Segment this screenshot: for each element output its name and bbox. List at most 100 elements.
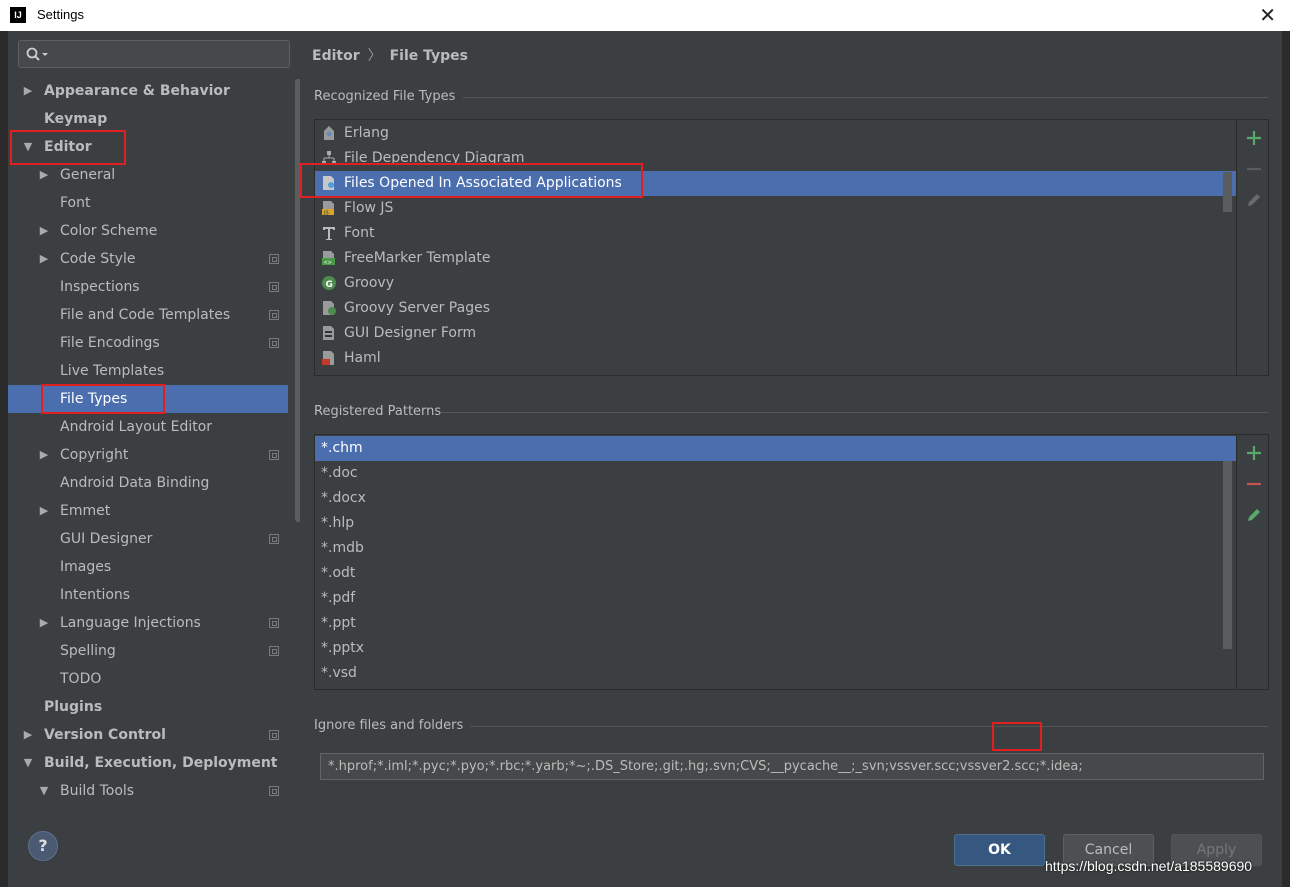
tree-item-intentions[interactable]: Intentions [8,581,288,609]
tree-item-code-style[interactable]: ▶ Code Style [8,245,288,273]
expand-arrow-icon[interactable]: ▶ [38,497,50,525]
ok-button[interactable]: OK [954,834,1045,866]
pattern-row[interactable]: *.odt [315,561,1236,586]
intellij-app-icon: IJ [10,7,26,23]
file-type-row[interactable]: Groovy Server Pages [315,296,1236,321]
tree-item-copyright[interactable]: ▶ Copyright [8,441,288,469]
tree-item-general[interactable]: ▶ General [8,161,288,189]
tree-item-inspections[interactable]: Inspections [8,273,288,301]
search-icon [26,47,48,61]
file-type-row[interactable]: File Dependency Diagram [315,146,1236,171]
tree-item-live-templates[interactable]: Live Templates [8,357,288,385]
tree-item-file-code-templates[interactable]: File and Code Templates [8,301,288,329]
collapse-arrow-icon[interactable]: ▼ [22,749,34,777]
tree-item-todo[interactable]: TODO [8,665,288,693]
background-editor-edge [1282,31,1290,887]
erlang-icon [324,126,334,140]
tree-item-color-scheme[interactable]: ▶ Color Scheme [8,217,288,245]
project-scope-icon [269,338,279,348]
project-scope-icon [269,450,279,460]
file-type-row[interactable]: GUI Designer Form [315,321,1236,346]
tree-item-version-control[interactable]: ▶ Version Control [8,721,288,749]
file-type-row[interactable]: G Groovy [315,271,1236,296]
tree-item-build-tools[interactable]: ▼ Build Tools [8,777,288,805]
tree-item-editor[interactable]: ▼ Editor [8,133,288,161]
expand-arrow-icon[interactable]: ▶ [38,609,50,637]
tree-item-font[interactable]: Font [8,189,288,217]
tree-item-android-layout-editor[interactable]: Android Layout Editor [8,413,288,441]
file-type-row[interactable]: Font [315,221,1236,246]
dialog-footer: ? OK Cancel Apply [8,811,1282,887]
search-input[interactable] [18,40,290,68]
expand-arrow-icon[interactable]: ▶ [38,161,50,189]
title-bar: IJ Settings ✕ [0,0,1290,32]
pattern-row[interactable]: *.vsd [315,661,1236,686]
file-type-row[interactable]: JS Flow JS [315,196,1236,221]
add-icon[interactable] [1245,129,1263,147]
registered-patterns-list[interactable]: *.chm *.doc *.docx *.hlp *.mdb *.odt *.p… [314,434,1269,690]
project-scope-icon [269,534,279,544]
pattern-row[interactable]: *.docx [315,486,1236,511]
edit-icon[interactable] [1245,191,1263,209]
ignore-files-input[interactable]: *.hprof;*.iml;*.pyc;*.pyo;*.rbc;*.yarb;*… [320,753,1264,780]
pattern-row-selected[interactable]: *.chm [315,436,1236,461]
patterns-list-scrollbar[interactable] [1223,461,1232,649]
recognized-actions-toolbar [1236,120,1268,375]
tree-item-plugins[interactable]: Plugins [8,693,288,721]
groovy-icon: G [322,276,336,290]
settings-tree: ▶ Appearance & Behavior Keymap ▼ Editor … [8,77,288,805]
freemarker-icon: <> [322,251,335,266]
pattern-row[interactable]: *.pdf [315,586,1236,611]
tree-item-appearance[interactable]: ▶ Appearance & Behavior [8,77,288,105]
breadcrumb: Editor 〉 File Types [312,45,468,65]
recognized-file-types-list[interactable]: Erlang File Dependency Diagram Files Ope… [314,119,1269,376]
file-type-row[interactable]: Haml [315,346,1236,371]
tree-item-android-data-binding[interactable]: Android Data Binding [8,469,288,497]
breadcrumb-parent[interactable]: Editor [312,48,360,64]
expand-arrow-icon[interactable]: ▶ [38,441,50,469]
project-scope-icon [269,618,279,628]
tree-item-file-types[interactable]: File Types [8,385,288,413]
file-type-row[interactable]: Erlang [315,121,1236,146]
recognized-list-scrollbar[interactable] [1223,172,1232,212]
add-icon[interactable] [1245,444,1263,462]
file-type-row[interactable]: <> FreeMarker Template [315,246,1236,271]
tree-item-file-encodings[interactable]: File Encodings [8,329,288,357]
settings-sidebar: ▶ Appearance & Behavior Keymap ▼ Editor … [8,31,304,811]
expand-arrow-icon[interactable]: ▶ [38,217,50,245]
form-icon [323,326,334,340]
tree-item-language-injections[interactable]: ▶ Language Injections [8,609,288,637]
help-icon[interactable]: ? [28,831,58,861]
breadcrumb-separator: 〉 [367,48,382,64]
close-icon[interactable]: ✕ [1259,3,1276,27]
tree-item-images[interactable]: Images [8,553,288,581]
tree-item-emmet[interactable]: ▶ Emmet [8,497,288,525]
pattern-row[interactable]: *.hlp [315,511,1236,536]
collapse-arrow-icon[interactable]: ▼ [22,133,34,161]
file-types-panel: Editor 〉 File Types Recognized File Types … [300,31,1282,811]
tree-item-build-execution-deployment[interactable]: ▼ Build, Execution, Deployment [8,749,288,777]
edit-icon[interactable] [1245,506,1263,524]
collapse-arrow-icon[interactable]: ▼ [38,777,50,805]
expand-arrow-icon[interactable]: ▶ [22,77,34,105]
svg-text:G: G [326,280,333,290]
pattern-row[interactable]: *.ppt [315,611,1236,636]
file-type-row-selected[interactable]: Files Opened In Associated Applications [315,171,1236,196]
pattern-row[interactable]: *.pptx [315,636,1236,661]
remove-icon[interactable] [1245,475,1263,493]
pattern-row[interactable]: *.doc [315,461,1236,486]
tree-item-spelling[interactable]: Spelling [8,637,288,665]
diagram-icon [322,151,336,165]
expand-arrow-icon[interactable]: ▶ [38,245,50,273]
patterns-actions-toolbar [1236,435,1268,689]
remove-icon[interactable] [1245,160,1263,178]
haml-icon [322,351,334,365]
expand-arrow-icon[interactable]: ▶ [22,721,34,749]
tree-item-keymap[interactable]: Keymap [8,105,288,133]
project-scope-icon [269,730,279,740]
project-scope-icon [269,282,279,292]
ignore-files-title: Ignore files and folders [314,718,464,733]
pattern-row[interactable]: *.mdb [315,536,1236,561]
tree-item-gui-designer[interactable]: GUI Designer [8,525,288,553]
section-divider [441,412,1268,413]
